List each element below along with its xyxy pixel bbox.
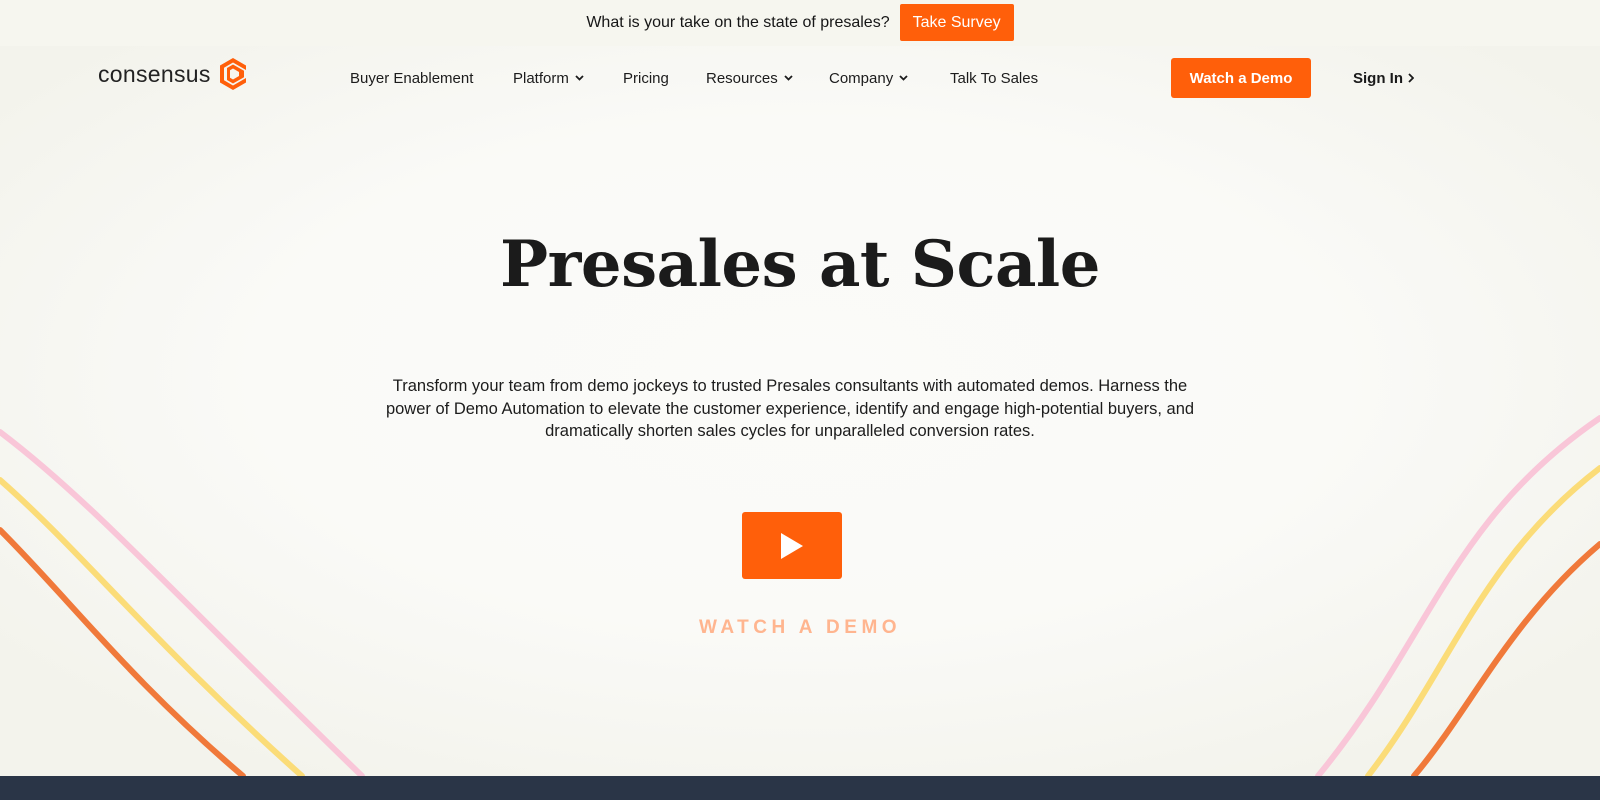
chevron-down-icon <box>899 75 908 81</box>
nav-company[interactable]: Company <box>829 67 908 89</box>
consensus-c-icon <box>219 58 246 90</box>
curve-orange-right <box>1411 541 1600 779</box>
sign-in-label: Sign In <box>1353 69 1403 87</box>
hero-title: Presales at Scale <box>500 227 1100 302</box>
logo-text: consensus <box>98 60 211 87</box>
nav-platform[interactable]: Platform <box>513 67 584 89</box>
nav-label: Company <box>829 69 894 87</box>
watch-demo-label[interactable]: WATCH A DEMO <box>0 617 1600 639</box>
nav-label: Platform <box>513 69 569 87</box>
nav-label: Resources <box>706 69 778 87</box>
curve-orange-left <box>0 527 246 779</box>
chevron-down-icon <box>784 75 793 81</box>
announcement-text: What is your take on the state of presal… <box>586 14 890 31</box>
nav-label: Talk To Sales <box>950 69 1039 87</box>
logo[interactable]: consensus <box>98 58 248 90</box>
curve-pink-left <box>0 429 365 779</box>
nav-resources[interactable]: Resources <box>706 67 793 89</box>
play-video-button[interactable] <box>742 512 842 579</box>
chevron-down-icon <box>575 75 584 81</box>
nav-buyer-enablement[interactable]: Buyer Enablement <box>350 67 473 89</box>
nav-talk-to-sales[interactable]: Talk To Sales <box>950 67 1038 89</box>
play-icon <box>781 532 803 559</box>
watch-demo-button[interactable]: Watch a Demo <box>1171 58 1311 98</box>
curve-pink-right <box>1315 415 1600 779</box>
nav-pricing[interactable]: Pricing <box>623 67 669 89</box>
chevron-right-icon <box>1408 73 1414 83</box>
hero-description: Transform your team from demo jockeys to… <box>385 377 1195 440</box>
announcement-bar: What is your take on the state of presal… <box>0 0 1600 46</box>
take-survey-button[interactable]: Take Survey <box>899 4 1014 41</box>
nav-label: Pricing <box>623 69 669 87</box>
nav-label: Buyer Enablement <box>350 69 474 87</box>
footer-bar <box>0 776 1600 800</box>
sign-in-link[interactable]: Sign In <box>1353 67 1414 89</box>
